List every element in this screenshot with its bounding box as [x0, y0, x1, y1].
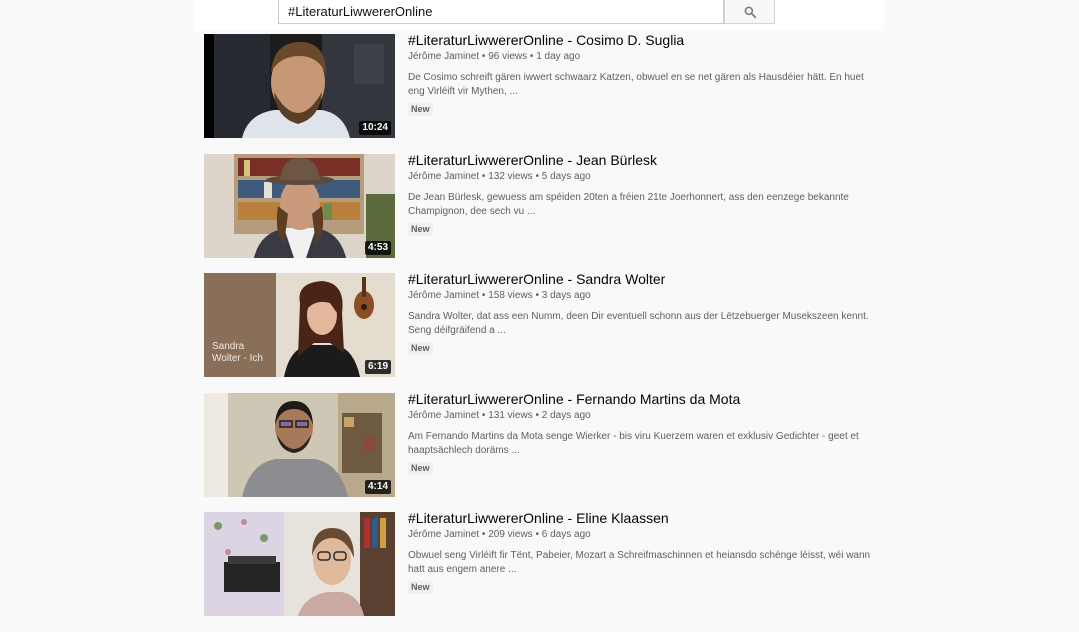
meta-separator: •	[529, 51, 534, 62]
new-badge: New	[408, 103, 433, 116]
video-meta: Jérôme Jaminet • 132 views • 5 days ago	[408, 171, 878, 183]
channel-name[interactable]: Jérôme Jaminet	[408, 529, 479, 540]
upload-age: 3 days ago	[541, 290, 591, 301]
video-thumbnail[interactable]: 10:24	[204, 34, 395, 138]
view-count: 96 views	[488, 51, 528, 62]
view-count: 158 views	[488, 290, 533, 301]
view-count: 131 views	[488, 409, 533, 421]
video-meta: Jérôme Jaminet • 96 views • 1 day ago	[408, 51, 878, 63]
left-gutter	[0, 0, 194, 600]
video-thumbnail[interactable]	[204, 512, 395, 616]
search-query[interactable]: #LiteraturLiwwererOnline	[288, 4, 433, 19]
result-item[interactable]: #LiteraturLiwwererOnline - Eline Klaasse…	[204, 511, 884, 632]
video-description: Sandra Wolter, dat ass een Numm, deen Di…	[408, 311, 869, 336]
video-description: De Jean Bürlesk, gewuess am spéiden 20te…	[408, 191, 849, 217]
video-meta: Jérôme Jaminet • 131 views • 2 days ago	[408, 410, 878, 422]
upload-age: 2 days ago	[541, 409, 591, 421]
result-info: #LiteraturLiwwererOnline - Fernando Mart…	[408, 392, 878, 476]
search-input[interactable]: #LiteraturLiwwererOnline	[278, 0, 724, 24]
video-description: De Cosimo schreift gären iwwert schwaarz…	[408, 72, 864, 97]
channel-name[interactable]: Jérôme Jaminet	[408, 290, 479, 301]
video-meta: Jérôme Jaminet • 209 views • 6 days ago	[408, 529, 878, 541]
new-badge: New	[408, 222, 433, 236]
view-count: 132 views	[488, 170, 533, 182]
video-thumbnail[interactable]: 4:53	[204, 153, 395, 258]
new-badge: New	[408, 342, 433, 355]
video-title[interactable]: #LiteraturLiwwererOnline - Sandra Wolter	[408, 272, 878, 286]
meta-separator: •	[481, 170, 486, 182]
meta-separator: •	[535, 409, 539, 421]
video-title[interactable]: #LiteraturLiwwererOnline - Eline Klaasse…	[408, 511, 878, 525]
meta-separator: •	[535, 529, 539, 540]
video-description: Am Fernando Martins da Mota senge Wierke…	[408, 430, 859, 456]
right-gutter	[884, 0, 1079, 600]
channel-name[interactable]: Jérôme Jaminet	[408, 410, 479, 421]
result-info: #LiteraturLiwwererOnline - Eline Klaasse…	[408, 511, 878, 595]
thumbnail-caption: Sandra Wolter - Ich	[212, 341, 263, 364]
thumbnail-image	[204, 512, 395, 616]
video-meta: Jérôme Jaminet • 158 views • 3 days ago	[408, 290, 878, 302]
video-duration: 10:24	[359, 121, 391, 135]
meta-separator: •	[535, 170, 539, 182]
view-count: 209 views	[488, 529, 533, 540]
meta-separator: •	[535, 290, 539, 301]
video-duration: 4:53	[364, 240, 391, 255]
result-item[interactable]: Sandra Wolter - Ich 6:19 #LiteraturLiwwe…	[204, 272, 884, 393]
meta-separator: •	[481, 409, 486, 421]
upload-age: 6 days ago	[541, 529, 591, 540]
result-item[interactable]: 4:53 #LiteraturLiwwererOnline - Jean Bür…	[204, 153, 884, 274]
video-thumbnail[interactable]: Sandra Wolter - Ich 6:19	[204, 273, 395, 377]
result-info: #LiteraturLiwwererOnline - Cosimo D. Sug…	[408, 33, 878, 117]
search-icon	[744, 6, 756, 18]
video-title[interactable]: #LiteraturLiwwererOnline - Fernando Mart…	[408, 392, 878, 406]
meta-separator: •	[481, 529, 486, 540]
new-badge: New	[408, 581, 433, 594]
search-button[interactable]	[724, 0, 775, 24]
result-item[interactable]: 4:14 #LiteraturLiwwererOnline - Fernando…	[204, 392, 884, 513]
result-info: #LiteraturLiwwererOnline - Sandra Wolter…	[408, 272, 878, 356]
video-thumbnail[interactable]: 4:14	[204, 392, 395, 497]
channel-name[interactable]: Jérôme Jaminet	[408, 171, 479, 182]
upload-age: 5 days ago	[541, 170, 591, 182]
meta-separator: •	[481, 51, 486, 62]
meta-separator: •	[481, 290, 486, 301]
video-description: Obwuel seng Virléift fir Tënt, Pabeier, …	[408, 550, 871, 575]
new-badge: New	[408, 461, 433, 475]
video-duration: 6:19	[364, 360, 391, 374]
upload-age: 1 day ago	[536, 51, 581, 62]
video-duration: 4:14	[364, 479, 391, 494]
channel-name[interactable]: Jérôme Jaminet	[408, 51, 479, 62]
video-title[interactable]: #LiteraturLiwwererOnline - Jean Bürlesk	[408, 153, 878, 167]
video-title[interactable]: #LiteraturLiwwererOnline - Cosimo D. Sug…	[408, 33, 878, 47]
search-results: 10:24 #LiteraturLiwwererOnline - Cosimo …	[204, 33, 884, 632]
result-info: #LiteraturLiwwererOnline - Jean Bürlesk …	[408, 153, 878, 237]
result-item[interactable]: 10:24 #LiteraturLiwwererOnline - Cosimo …	[204, 33, 884, 154]
